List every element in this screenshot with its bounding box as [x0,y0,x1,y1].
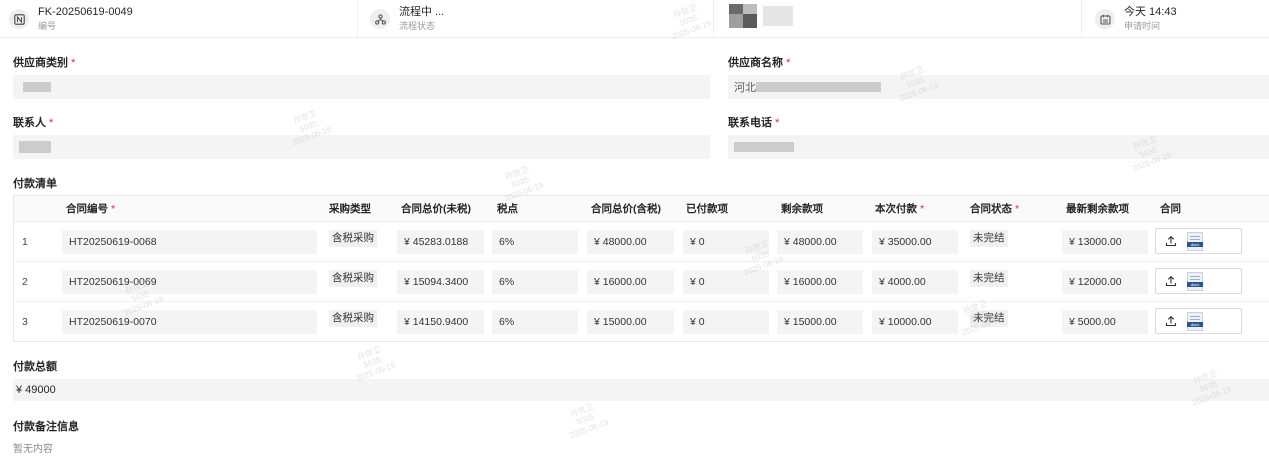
upload-icon[interactable] [1165,235,1177,247]
price-ex-tax-cell: ¥ 14150.9400 [397,310,484,334]
contract-upload-box[interactable]: docx [1155,268,1242,294]
table-row: 2 HT20250619-0069 含税采购 ¥ 15094.3400 6% ¥… [14,262,1269,302]
payment-total-label: 付款总额 [13,361,57,373]
docx-file-icon[interactable]: docx [1187,232,1203,251]
phone-field [728,135,1269,159]
tax-rate-cell: 6% [492,270,578,294]
col-header-status: 合同状态 * [970,203,1020,215]
price-ex-tax-cell: ¥ 45283.0188 [397,230,484,254]
new-remaining-cell: ¥ 12000.00 [1062,270,1148,294]
row-number: 3 [22,316,28,328]
remark-value: 暂无内容 [13,444,53,455]
watermark: 孙世卫 5035 2025-06-19 [567,401,610,441]
new-remaining-cell: ¥ 5000.00 [1062,310,1148,334]
remaining-cell: ¥ 15000.00 [777,310,863,334]
phone-label: 联系电话 * [728,117,780,129]
price-inc-tax-cell: ¥ 16000.00 [587,270,674,294]
payment-total-value: ¥ 49000 [13,379,1269,401]
contract-upload-box[interactable]: docx [1155,308,1242,334]
col-header-remaining: 剩余款项 [781,203,823,215]
flow-status-cell[interactable]: 流程中 ... 流程状态 [370,0,444,38]
table-header-row: 合同编号 * 采购类型 合同总价(未税) 税点 合同总价(含税) 已付款项 剩余款… [14,196,1269,222]
serial-number-cell: FK-20250619-0049 编号 [9,0,133,38]
apply-time-cell: 今天 14:43 申请时间 [1095,0,1177,38]
col-header-contract-file: 合同 [1160,203,1181,215]
paid-cell: ¥ 0 [683,310,769,334]
col-header-purchase-type: 采购类型 [329,203,371,215]
remaining-cell: ¥ 48000.00 [777,230,863,254]
supplier-name-prefix: 河北 [734,82,756,94]
redacted-value [734,142,794,152]
contract-status-tag: 未完结 [970,230,1008,247]
remark-label: 付款备注信息 [13,421,79,433]
tax-rate-cell: 6% [492,310,578,334]
this-payment-cell: ¥ 4000.00 [872,270,958,294]
redacted-value [19,141,51,153]
header-divider [357,0,358,38]
supplier-name-field: 河北 [728,75,1269,99]
payment-table: 合同编号 * 采购类型 合同总价(未税) 税点 合同总价(含税) 已付款项 剩余款… [13,195,1269,342]
col-header-price-ex-tax: 合同总价(未税) [401,203,471,215]
col-header-paid: 已付款项 [686,203,728,215]
apply-time-label: 申请时间 [1124,21,1161,31]
table-row: 1 HT20250619-0068 含税采购 ¥ 45283.0188 6% ¥… [14,222,1269,262]
redacted-value [23,82,51,92]
contract-no-cell: HT20250619-0069 [62,270,317,294]
tax-rate-cell: 6% [492,230,578,254]
serial-number-label: 编号 [38,21,57,31]
flow-status-label: 流程状态 [399,21,436,31]
header-divider [713,0,714,38]
paid-cell: ¥ 0 [683,270,769,294]
calendar-icon [1095,9,1115,29]
watermark: 孙世卫 5035 2025-06-19 [354,344,397,384]
apply-time-value: 今天 14:43 [1124,6,1177,18]
col-header-price-inc-tax: 合同总价(含税) [591,203,661,215]
purchase-type-tag: 含税采购 [329,310,377,327]
col-header-this-payment: 本次付款 * [875,203,925,215]
row-number: 2 [22,276,28,288]
contract-status-tag: 未完结 [970,270,1008,287]
purchase-type-tag: 含税采购 [329,270,377,287]
serial-number-value: FK-20250619-0049 [38,6,133,18]
contract-no-cell: HT20250619-0070 [62,310,317,334]
supplier-category-label: 供应商类别 * [13,57,76,69]
row-number: 1 [22,236,28,248]
upload-icon[interactable] [1165,315,1177,327]
contract-upload-box[interactable]: docx [1155,228,1242,254]
flow-icon [370,9,390,29]
this-payment-cell: ¥ 10000.00 [872,310,958,334]
this-payment-cell: ¥ 35000.00 [872,230,958,254]
contract-status-tag: 未完结 [970,310,1008,327]
col-header-contract-no: 合同编号 * [66,203,116,215]
new-remaining-cell: ¥ 13000.00 [1062,230,1148,254]
table-row: 3 HT20250619-0070 含税采购 ¥ 14150.9400 6% ¥… [14,302,1269,342]
header-divider [1081,0,1082,38]
docx-file-icon[interactable]: docx [1187,272,1203,291]
price-inc-tax-cell: ¥ 48000.00 [587,230,674,254]
remaining-cell: ¥ 16000.00 [777,270,863,294]
payment-list-title: 付款清单 [13,178,57,190]
supplier-name-label: 供应商名称 * [728,57,791,69]
col-header-new-remaining: 最新剩余款项 [1066,203,1129,215]
paid-cell: ¥ 0 [683,230,769,254]
purchase-type-tag: 含税采购 [329,230,377,247]
supplier-category-field [13,75,710,99]
col-header-tax-rate: 税点 [497,203,518,215]
contact-label: 联系人 * [13,117,54,129]
price-inc-tax-cell: ¥ 15000.00 [587,310,674,334]
contract-no-cell: HT20250619-0068 [62,230,317,254]
contact-field [13,135,710,159]
flow-status-value: 流程中 ... [399,6,445,18]
upload-icon[interactable] [1165,275,1177,287]
redacted-value [756,82,881,92]
detail-header: FK-20250619-0049 编号 流程中 ... 流程状态 今天 14:4… [0,0,1269,38]
price-ex-tax-cell: ¥ 15094.3400 [397,270,484,294]
serial-icon [9,9,29,29]
docx-file-icon[interactable]: docx [1187,312,1203,331]
